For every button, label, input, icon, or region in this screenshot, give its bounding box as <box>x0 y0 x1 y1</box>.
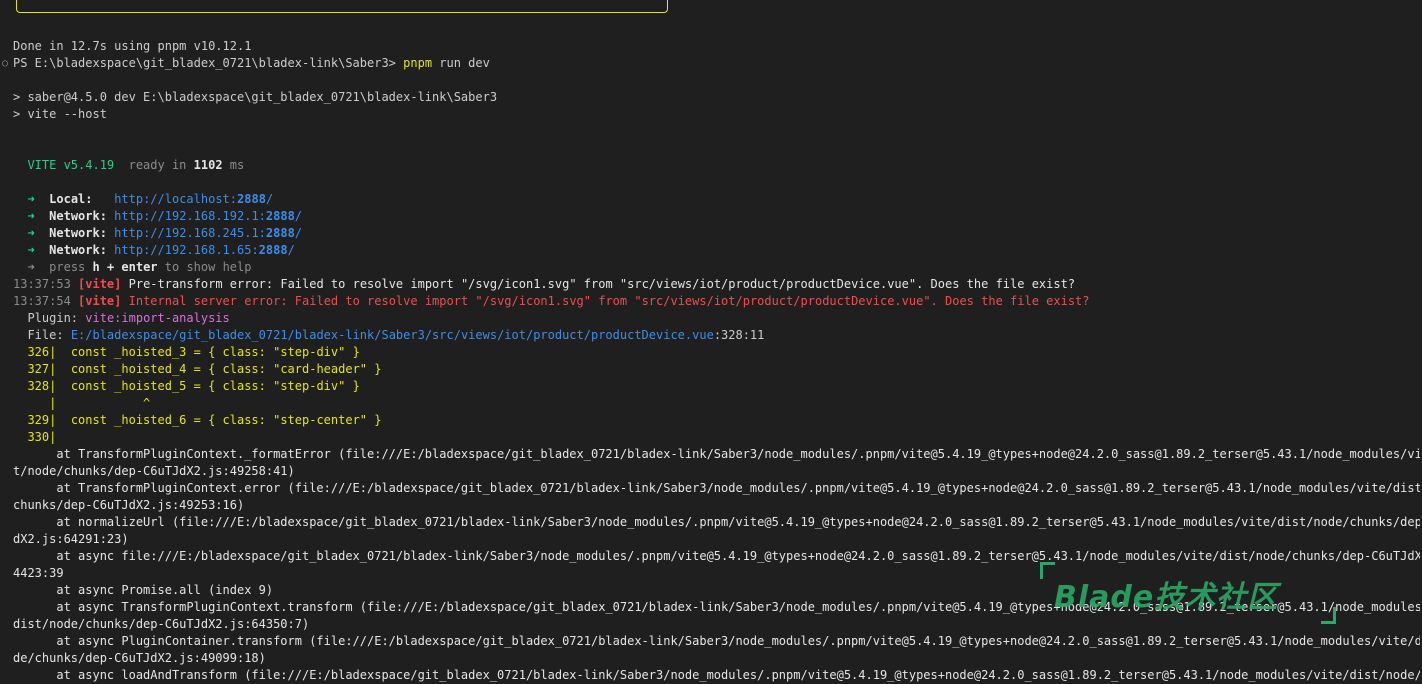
plugin-line: Plugin: vite:import-analysis <box>27 311 230 325</box>
error-message: Internal server error: Failed to resolve… <box>128 294 1090 308</box>
arrow-icon: ➜ <box>27 260 35 274</box>
url-line-network-1: ➜ Network: http://192.168.192.1:2888/ <box>13 208 1420 225</box>
error-tag: [vite] <box>78 294 122 308</box>
stack-line: at async PluginContainer.transform (file… <box>13 634 1420 648</box>
code-line: 327| const _hoisted_4 = { class: "card-h… <box>27 362 382 376</box>
url-link[interactable]: http://192.168.245.1:2888/ <box>114 226 302 240</box>
stack-line: t/node/chunks/dep-C6uTJdX2.js:49258:41) <box>13 464 295 478</box>
code-line: 328| const _hoisted_5 = { class: "step-d… <box>27 379 360 393</box>
error-message: Pre-transform error: Failed to resolve i… <box>128 277 1076 291</box>
stack-line: at async TransformPluginContext.transfor… <box>13 600 1420 614</box>
stack-line: at async loadAndTransform (file:///E:/bl… <box>13 668 1420 682</box>
stack-line: at async Promise.all (index 9) <box>13 583 274 597</box>
stack-line: dist/node/chunks/dep-C6uTJdX2.js:64350:7… <box>13 617 310 631</box>
code-caret-line: | ^ <box>27 396 151 410</box>
command-name: pnpm <box>403 56 433 70</box>
url-label: Network: <box>49 226 107 240</box>
previous-output-box <box>16 0 668 13</box>
arrow-icon: ➜ <box>27 192 35 206</box>
prompt-path: PS E:\bladexspace\git_bladex_0721\bladex… <box>13 56 396 70</box>
file-line: File: E:/bladexspace/git_bladex_0721/bla… <box>27 328 765 342</box>
vite-command-line: > vite --host <box>13 107 107 121</box>
url-label: Network: <box>49 243 107 257</box>
stack-line: at TransformPluginContext._formatError (… <box>13 447 1420 461</box>
command-decoration-icon[interactable]: ○ <box>2 59 8 69</box>
stack-line: dX2.js:64291:23) <box>13 532 129 546</box>
prompt-line: PS E:\bladexspace\git_bladex_0721\bladex… <box>13 55 1420 72</box>
error-time: 13:37:53 <box>13 277 71 291</box>
url-link[interactable]: http://192.168.192.1:2888/ <box>114 209 302 223</box>
url-label: Network: <box>49 209 107 223</box>
error-line-1: 13:37:53 [vite] Pre-transform error: Fai… <box>13 276 1420 293</box>
url-line-local: ➜ Local: http://localhost:2888/ <box>13 191 1420 208</box>
stack-line: de/chunks/dep-C6uTJdX2.js:49099:18) <box>13 651 266 665</box>
done-line: Done in 12.7s using pnpm v10.12.1 <box>13 39 252 53</box>
help-keys: h + enter <box>92 260 158 274</box>
code-line: 326| const _hoisted_3 = { class: "step-d… <box>27 345 360 359</box>
arrow-icon: ➜ <box>27 243 35 257</box>
vite-version: VITE v5.4.19 <box>27 158 115 172</box>
vite-ready-line: VITE v5.4.19 ready in 1102 ms <box>13 157 1420 174</box>
url-link[interactable]: http://localhost:2888/ <box>114 192 273 206</box>
help-line: ➜ press h + enter to show help <box>27 260 252 274</box>
error-line-2: 13:37:54 [vite] Internal server error: F… <box>13 293 1420 310</box>
ready-ms: 1102 <box>193 158 223 172</box>
error-time: 13:37:54 <box>13 294 71 308</box>
script-line: > saber@4.5.0 dev E:\bladexspace\git_bla… <box>13 90 498 104</box>
arrow-icon: ➜ <box>27 209 35 223</box>
code-line: 330| <box>27 430 57 444</box>
stack-line: at async file:///E:/bladexspace/git_blad… <box>13 549 1420 563</box>
stack-line: at normalizeUrl (file:///E:/bladexspace/… <box>13 515 1420 529</box>
url-line-network-3: ➜ Network: http://192.168.1.65:2888/ <box>13 242 1420 259</box>
code-line: 329| const _hoisted_6 = { class: "step-c… <box>27 413 382 427</box>
plugin-value: vite:import-analysis <box>85 311 230 325</box>
url-line-network-2: ➜ Network: http://192.168.245.1:2888/ <box>13 225 1420 242</box>
ready-in-label: ready in <box>128 158 187 172</box>
arrow-icon: ➜ <box>27 226 35 240</box>
ready-unit: ms <box>229 158 245 172</box>
file-link[interactable]: E:/bladexspace/git_bladex_0721/bladex-li… <box>71 328 714 342</box>
error-tag: [vite] <box>78 277 122 291</box>
command-args: run dev <box>439 56 490 70</box>
stack-line: 4423:39 <box>13 566 64 580</box>
stack-line: chunks/dep-C6uTJdX2.js:49253:16) <box>13 498 245 512</box>
url-label: Local: <box>49 192 93 206</box>
stack-line: at TransformPluginContext.error (file://… <box>13 481 1420 495</box>
url-link[interactable]: http://192.168.1.65:2888/ <box>114 243 295 257</box>
